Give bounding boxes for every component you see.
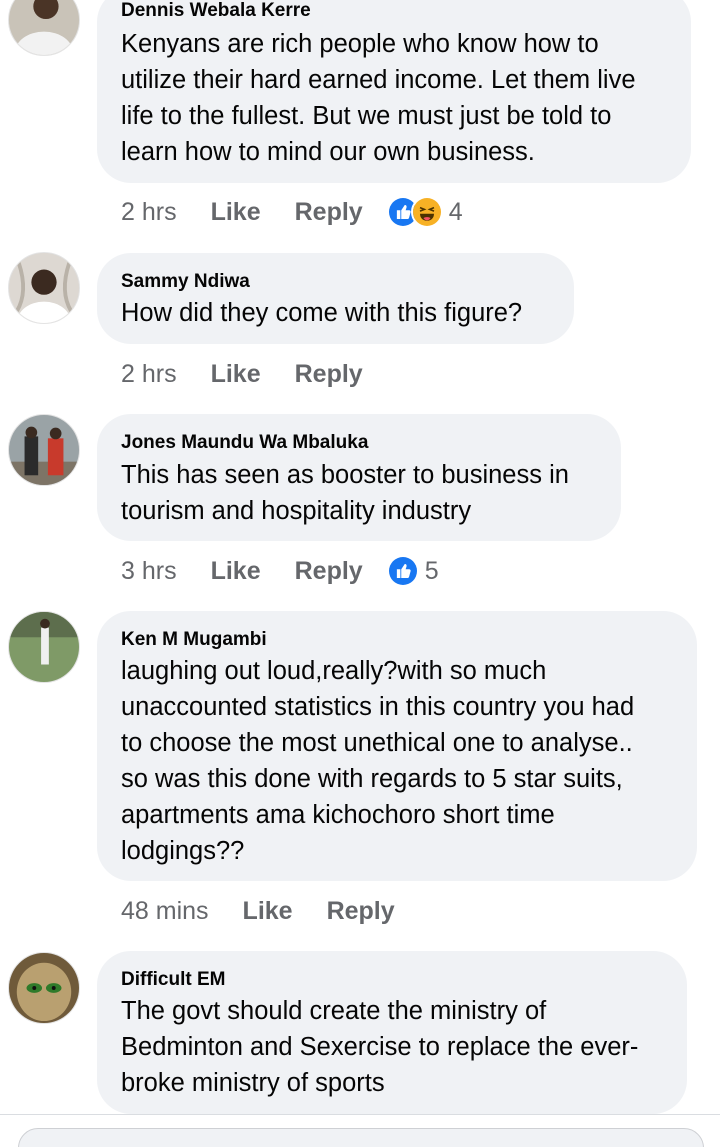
- avatar[interactable]: [8, 952, 80, 1024]
- profile-photo-icon: [9, 0, 79, 55]
- comment-author[interactable]: Ken M Mugambi: [121, 629, 673, 651]
- comment-bubble: Sammy Ndiwa How did they come with this …: [97, 253, 574, 344]
- divider: [0, 1114, 720, 1115]
- comment-author[interactable]: Difficult EM: [121, 969, 663, 991]
- avatar[interactable]: [8, 0, 80, 56]
- profile-photo-icon: [9, 953, 79, 1023]
- like-button[interactable]: Like: [211, 198, 261, 227]
- reply-button[interactable]: Reply: [327, 897, 395, 926]
- profile-photo-icon: [9, 612, 79, 682]
- reply-button[interactable]: Reply: [295, 557, 363, 586]
- comment-text: How did they come with this figure?: [121, 299, 523, 327]
- comment-bubble: Difficult EM The govt should create the …: [97, 951, 687, 1114]
- comment-bubble: Ken M Mugambi laughing out loud,really?w…: [97, 611, 697, 881]
- comment-time[interactable]: 2 hrs: [121, 198, 177, 227]
- comment-time[interactable]: 48 mins: [121, 897, 209, 926]
- comment-text: The govt should create the ministry of B…: [121, 997, 639, 1097]
- comment-author[interactable]: Jones Maundu Wa Mbaluka: [121, 432, 597, 454]
- comment-bubble: Dennis Webala Kerre Kenyans are rich peo…: [97, 0, 691, 183]
- comment-actions: 2 hrs Like Reply: [121, 354, 397, 394]
- like-button[interactable]: Like: [211, 360, 261, 389]
- comment-time[interactable]: 2 hrs: [121, 360, 177, 389]
- like-button[interactable]: Like: [211, 557, 261, 586]
- comment-bubble: Jones Maundu Wa Mbaluka This has seen as…: [97, 414, 621, 541]
- write-comment-input[interactable]: [18, 1128, 704, 1147]
- comment-actions: 2 hrs Like Reply 4: [121, 192, 463, 232]
- avatar[interactable]: [8, 611, 80, 683]
- comment-author[interactable]: Sammy Ndiwa: [121, 271, 550, 293]
- comment-text: laughing out loud,really?with so much un…: [121, 657, 635, 865]
- comment-time[interactable]: 3 hrs: [121, 557, 177, 586]
- comment-actions: 48 mins Like Reply: [121, 891, 429, 931]
- avatar[interactable]: [8, 252, 80, 324]
- avatar[interactable]: [8, 414, 80, 486]
- profile-photo-icon: [9, 253, 79, 323]
- reaction-summary[interactable]: 4: [386, 196, 463, 228]
- like-icon: [386, 555, 419, 587]
- comment-text: Kenyans are rich people who know how to …: [121, 30, 636, 166]
- comment-actions: 3 hrs Like Reply 5: [121, 551, 439, 591]
- reply-button[interactable]: Reply: [295, 360, 363, 389]
- profile-photo-icon: [9, 415, 79, 485]
- reaction-count: 4: [448, 197, 463, 226]
- haha-icon: [410, 196, 443, 228]
- like-button[interactable]: Like: [243, 897, 293, 926]
- reply-button[interactable]: Reply: [295, 198, 363, 227]
- reaction-summary[interactable]: 5: [386, 555, 439, 587]
- comment-text: This has seen as booster to business in …: [121, 461, 569, 525]
- comment-author[interactable]: Dennis Webala Kerre: [121, 0, 667, 22]
- reaction-count: 5: [424, 556, 439, 585]
